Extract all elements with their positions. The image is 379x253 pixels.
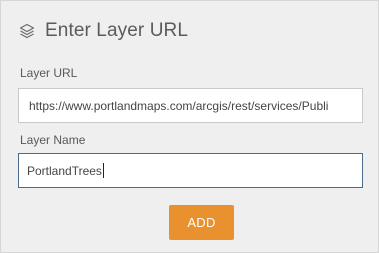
text-caret (102, 163, 104, 178)
layer-name-input[interactable]: PortlandTrees (18, 153, 363, 188)
layer-name-label: Layer Name (20, 133, 86, 147)
panel-title: Enter Layer URL (45, 20, 189, 41)
layer-name-value: PortlandTrees (27, 163, 102, 178)
layer-url-value: https://www.portlandmaps.com/arcgis/rest… (29, 98, 329, 113)
layers-icon (18, 22, 36, 40)
layer-url-input[interactable]: https://www.portlandmaps.com/arcgis/rest… (18, 88, 363, 123)
panel-header: Enter Layer URL (18, 17, 188, 45)
enter-layer-url-panel: Enter Layer URL Layer URL https://www.po… (0, 0, 379, 253)
add-button[interactable]: ADD (169, 205, 234, 240)
layer-url-label: Layer URL (20, 66, 78, 80)
